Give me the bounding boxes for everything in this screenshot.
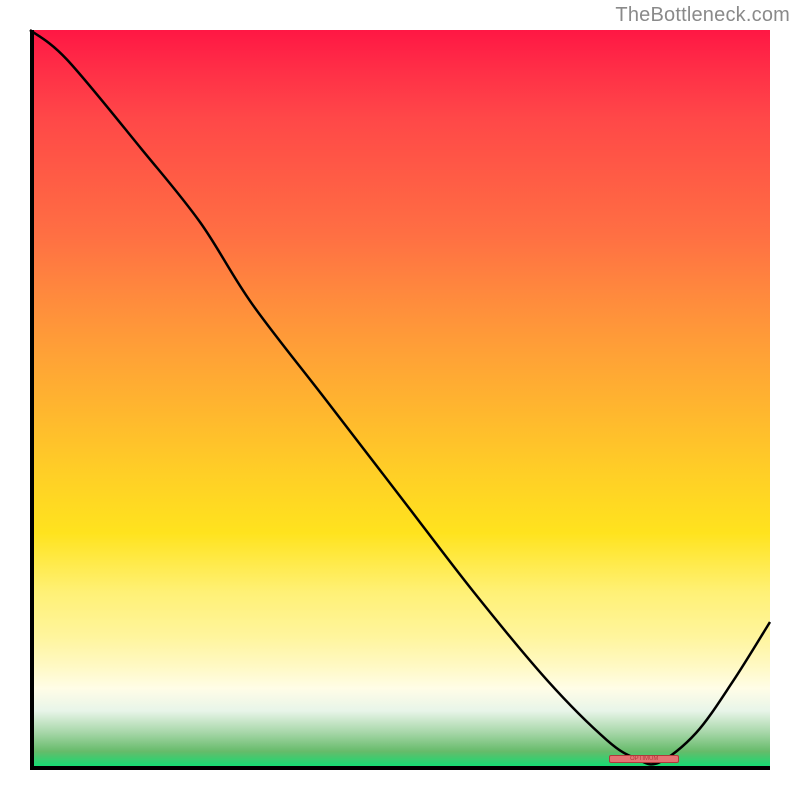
attribution-text: TheBottleneck.com [615, 4, 790, 27]
bottleneck-curve [30, 30, 770, 770]
optimum-marker: OPTIMUM [609, 755, 679, 763]
chart-plot-area: OPTIMUM [30, 30, 770, 770]
